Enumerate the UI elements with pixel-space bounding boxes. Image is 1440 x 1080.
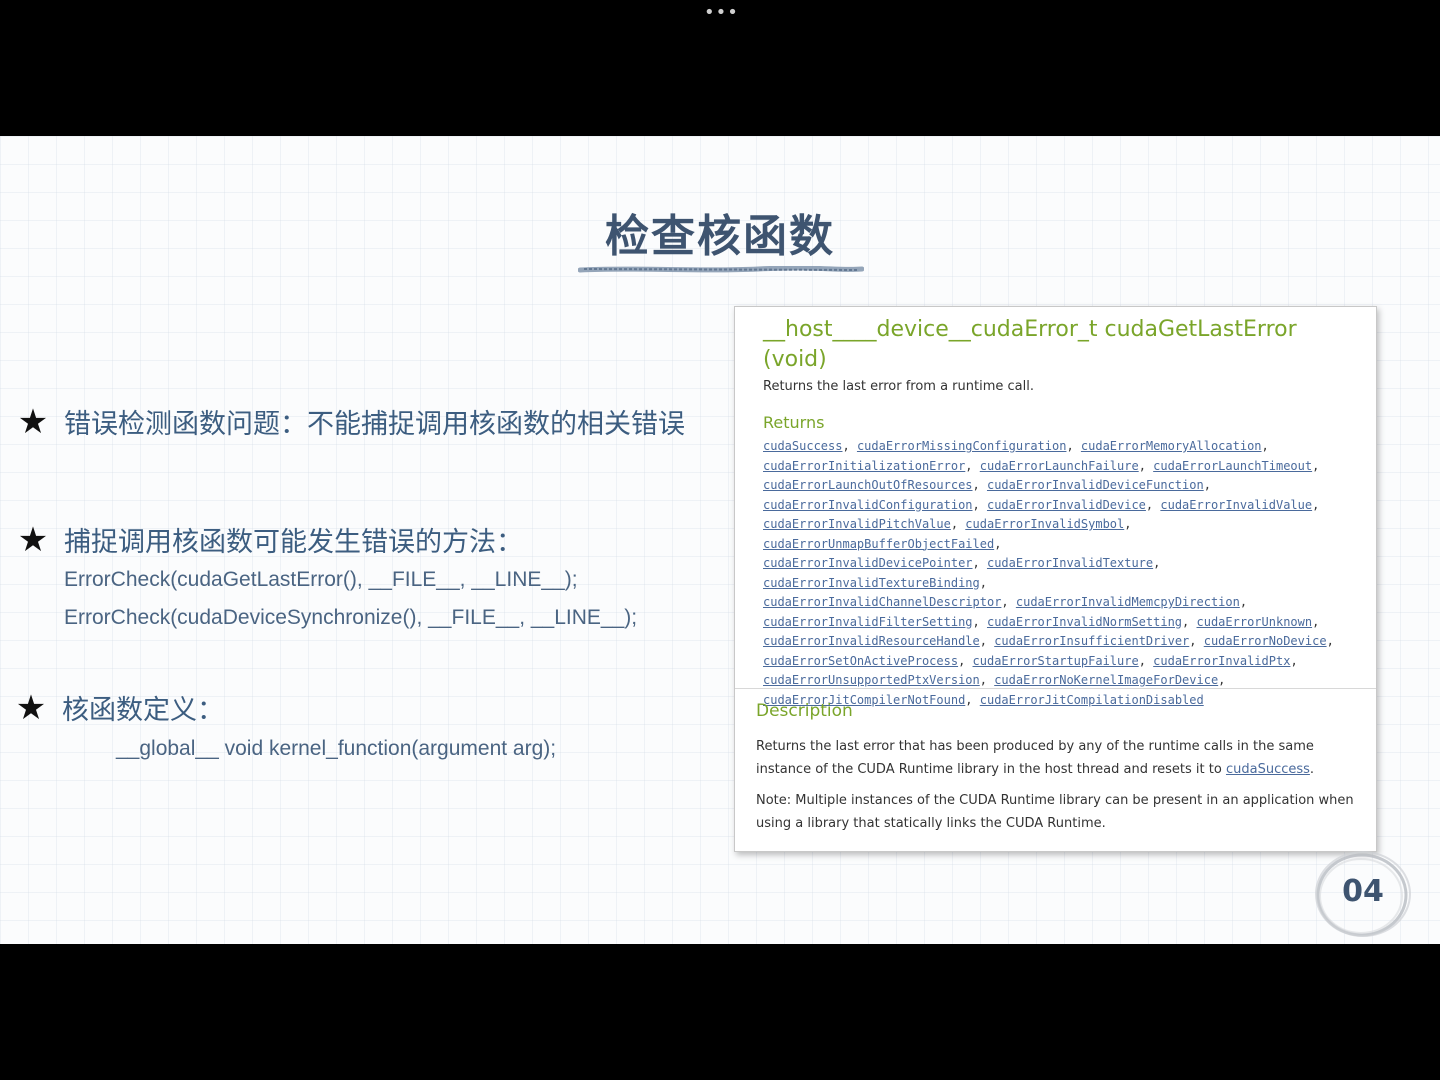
doc-returns-line: cudaErrorInvalidConfiguration, cudaError… <box>763 497 1320 512</box>
doc-error-code-link[interactable]: cudaErrorInvalidDevicePointer <box>763 556 973 570</box>
doc-error-code-link[interactable]: cudaErrorJitCompilationDisabled <box>980 693 1204 707</box>
doc-divider <box>735 688 1376 689</box>
star-icon: ★ <box>17 519 49 560</box>
doc-error-code-link[interactable]: cudaErrorInitializationError <box>763 459 965 473</box>
page-number: 04 <box>1342 874 1384 909</box>
doc-error-code-link[interactable]: cudaErrorLaunchOutOfResources <box>763 478 973 492</box>
viewer-bottom-bar <box>0 944 1440 1080</box>
doc-error-code-link[interactable]: cudaErrorInvalidDeviceFunction <box>987 478 1204 492</box>
doc-error-code-link[interactable]: cudaErrorInvalidNormSetting <box>987 615 1182 629</box>
bullet-catch-method: ★ 捕捉调用核函数可能发生错误的方法： <box>16 520 523 559</box>
doc-description-link[interactable]: cudaSuccess <box>1226 762 1310 777</box>
doc-error-code-link[interactable]: cudaErrorUnmapBufferObjectFailed <box>763 537 994 551</box>
doc-error-code-link[interactable]: cudaErrorInvalidConfiguration <box>763 498 973 512</box>
doc-description-end: . <box>1309 762 1315 777</box>
doc-error-code-link[interactable]: cudaErrorInvalidFilterSetting <box>763 615 973 629</box>
doc-error-code-link[interactable]: cudaErrorLaunchFailure <box>980 459 1139 473</box>
slide: 检查核函数 ★ 错误检测函数问题：不能捕捉调用核函数的相关错误 ★ 捕捉调用核函… <box>0 136 1440 944</box>
doc-error-code-link[interactable]: cudaErrorInvalidPtx <box>1153 654 1290 668</box>
bullet-text: 捕捉调用核函数可能发生错误的方法： <box>64 527 523 558</box>
bullet-text: 核函数定义： <box>62 695 224 726</box>
doc-error-code-link[interactable]: cudaErrorInvalidSymbol <box>965 517 1124 531</box>
title-underline <box>578 266 864 273</box>
doc-brief: Returns the last error from a runtime ca… <box>763 379 1034 394</box>
doc-error-code-link[interactable]: cudaErrorUnsupportedPtxVersion <box>763 673 980 687</box>
doc-returns-line: cudaSuccess, cudaErrorMissingConfigurati… <box>763 439 1269 453</box>
doc-returns-heading: Returns <box>763 413 825 432</box>
doc-returns-line: cudaErrorInvalidDevicePointer, cudaError… <box>763 556 1161 590</box>
code-line-get-last-error: ErrorCheck(cudaGetLastError(), __FILE__,… <box>64 568 578 591</box>
doc-error-code-link[interactable]: cudaErrorUnknown <box>1197 615 1313 629</box>
doc-error-code-link[interactable]: cudaErrorSetOnActiveProcess <box>763 654 958 668</box>
doc-error-code-link[interactable]: cudaErrorInvalidDevice <box>987 498 1146 512</box>
doc-returns-line: cudaErrorInitializationError, cudaErrorL… <box>763 458 1320 473</box>
slide-title: 检查核函数 <box>605 211 835 262</box>
bullet-kernel-definition: ★ 核函数定义： <box>14 688 224 727</box>
doc-error-code-link[interactable]: cudaErrorInvalidPitchValue <box>763 517 951 531</box>
doc-error-code-link[interactable]: cudaErrorInvalidValue <box>1160 498 1312 512</box>
bullet-text: 错误检测函数问题：不能捕捉调用核函数的相关错误 <box>64 409 685 440</box>
doc-description: Returns the last error that has been pro… <box>756 735 1356 781</box>
doc-note: Note: Multiple instances of the CUDA Run… <box>756 793 1354 831</box>
doc-returns-line: cudaErrorInvalidPitchValue, cudaErrorInv… <box>763 517 1132 551</box>
doc-returns-line: cudaErrorInvalidResourceHandle, cudaErro… <box>763 634 1334 648</box>
doc-returns-line: cudaErrorSetOnActiveProcess, cudaErrorSt… <box>763 653 1298 668</box>
doc-error-code-link[interactable]: cudaErrorMemoryAllocation <box>1081 439 1262 453</box>
star-icon: ★ <box>17 401 49 442</box>
cuda-doc-card: __host____device__cudaError_t cudaGetLas… <box>734 306 1377 852</box>
doc-returns-line: cudaErrorInvalidFilterSetting, cudaError… <box>763 614 1320 629</box>
bullet-kernel-error-problem: ★ 错误检测函数问题：不能捕捉调用核函数的相关错误 <box>16 402 685 441</box>
doc-description-heading: Description <box>756 701 853 721</box>
star-icon: ★ <box>15 687 47 728</box>
doc-signature: __host____device__cudaError_t cudaGetLas… <box>763 317 1297 372</box>
more-horizontal-icon[interactable]: ••• <box>704 4 738 22</box>
code-line-kernel-signature: __global__ void kernel_function(argument… <box>116 737 557 760</box>
doc-error-code-link[interactable]: cudaErrorLaunchTimeout <box>1153 459 1312 473</box>
doc-error-code-link[interactable]: cudaErrorInvalidChannelDescriptor <box>763 595 1001 609</box>
doc-returns-line: cudaErrorInvalidChannelDescriptor, cudaE… <box>763 595 1248 609</box>
doc-returns-list: cudaSuccess, cudaErrorMissingConfigurati… <box>763 437 1363 710</box>
code-line-device-synchronize: ErrorCheck(cudaDeviceSynchronize(), __FI… <box>64 606 638 629</box>
doc-error-code-link[interactable]: cudaErrorInsufficientDriver <box>994 634 1189 648</box>
viewer-top-bar: ••• <box>0 0 1440 136</box>
doc-error-code-link[interactable]: cudaErrorNoDevice <box>1204 634 1327 648</box>
doc-error-code-link[interactable]: cudaErrorInvalidTexture <box>987 556 1153 570</box>
doc-error-code-link[interactable]: cudaSuccess <box>763 439 842 453</box>
doc-error-code-link[interactable]: cudaErrorNoKernelImageForDevice <box>994 673 1218 687</box>
doc-error-code-link[interactable]: cudaErrorInvalidTextureBinding <box>763 576 980 590</box>
doc-error-code-link[interactable]: cudaErrorInvalidResourceHandle <box>763 634 980 648</box>
doc-returns-line: cudaErrorJitCompilerNotFound, cudaErrorJ… <box>763 692 1204 707</box>
doc-error-code-link[interactable]: cudaErrorStartupFailure <box>973 654 1139 668</box>
doc-error-code-link[interactable]: cudaErrorInvalidMemcpyDirection <box>1016 595 1240 609</box>
doc-returns-line: cudaErrorLaunchOutOfResources, cudaError… <box>763 478 1211 492</box>
doc-error-code-link[interactable]: cudaErrorMissingConfiguration <box>857 439 1067 453</box>
